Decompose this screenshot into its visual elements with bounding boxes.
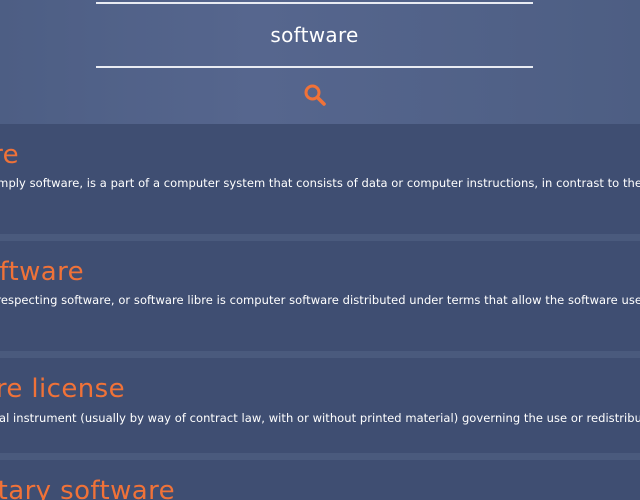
result-snippet: Free software, freedom-respecting softwa… <box>0 293 640 307</box>
result-divider <box>0 453 640 460</box>
result-snippet: A software license is a legal instrument… <box>0 411 640 425</box>
search-area: software <box>0 0 640 124</box>
result-title-link[interactable]: Software <box>0 140 19 170</box>
result-card[interactable]: Software license A software license is a… <box>0 358 640 453</box>
result-title-link[interactable]: Free software <box>0 257 84 287</box>
result-divider <box>0 234 640 241</box>
result-card[interactable]: Software Computer software, or simply so… <box>0 124 640 234</box>
search-input[interactable]: software <box>96 2 533 68</box>
result-title-link[interactable]: Software license <box>0 374 125 404</box>
result-divider <box>0 351 640 358</box>
result-card[interactable]: Free software Free software, freedom-res… <box>0 241 640 351</box>
result-card[interactable]: Proprietary software <box>0 460 640 500</box>
search-button[interactable] <box>300 80 330 110</box>
result-title-link[interactable]: Proprietary software <box>0 476 175 500</box>
search-icon <box>304 84 326 106</box>
results-list: Software Computer software, or simply so… <box>0 124 640 500</box>
page: software Software Computer software, or … <box>0 0 640 500</box>
result-snippet: Computer software, or simply software, i… <box>0 176 640 190</box>
